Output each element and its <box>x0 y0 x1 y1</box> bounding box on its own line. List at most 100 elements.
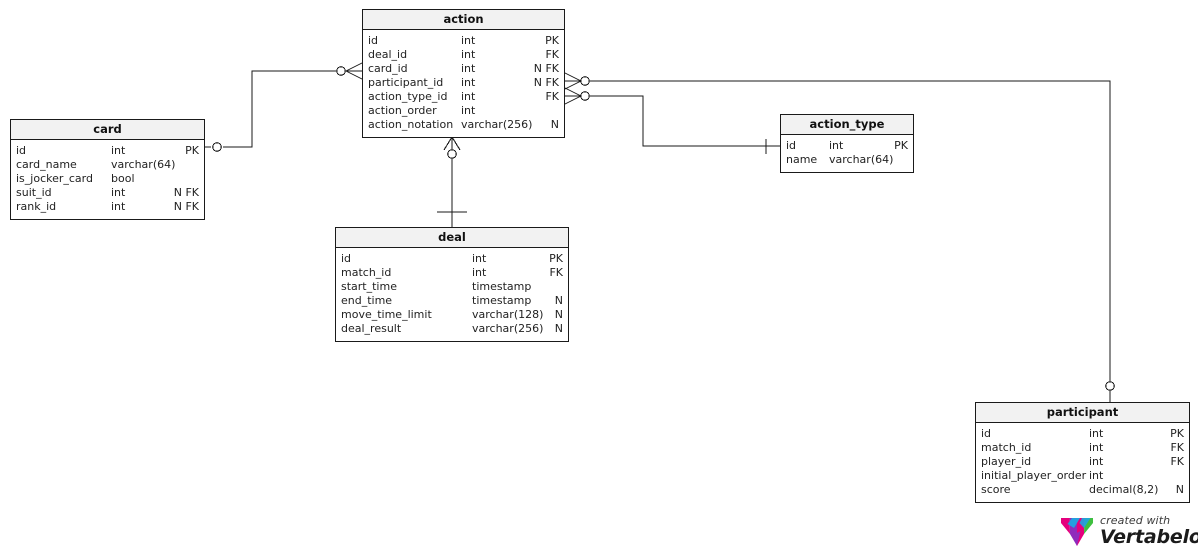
column-name: end_time <box>341 294 393 307</box>
column-row[interactable]: id int PK <box>363 34 564 48</box>
entity-table-participant[interactable]: participant id int PK match_id int FK player_id… <box>975 402 1190 503</box>
column-name: deal_result <box>341 322 402 335</box>
column-row[interactable]: is_jocker_card bool <box>11 172 204 186</box>
vertabelo-logo-icon <box>1061 518 1093 546</box>
column-row[interactable]: participant_id int N FK <box>363 76 564 90</box>
column-type: varchar(128) <box>472 308 544 321</box>
column-row[interactable]: initial_player_order int <box>976 469 1189 483</box>
column-row[interactable]: id int PK <box>781 139 913 153</box>
column-type: varchar(256) <box>461 118 533 131</box>
column-row[interactable]: start_time timestamp <box>336 280 568 294</box>
optional-marker <box>212 142 222 152</box>
column-type: varchar(64) <box>829 153 894 166</box>
relationship-card-action <box>205 62 363 152</box>
column-type: int <box>1089 455 1104 468</box>
crowsfoot-marker <box>443 136 461 159</box>
column-row[interactable]: id int PK <box>336 252 568 266</box>
crowsfoot-marker <box>564 87 590 105</box>
column-row[interactable]: id int PK <box>976 427 1189 441</box>
vertabelo-wordmark: created with Vertabelo <box>1100 513 1198 549</box>
vertabelo-credit[interactable]: created with Vertabelo <box>1060 513 1198 551</box>
column-row[interactable]: deal_id int FK <box>363 48 564 62</box>
column-row[interactable]: card_name varchar(64) <box>11 158 204 172</box>
entity-columns-action: id int PK deal_id int FK card_id int N FK partici… <box>363 30 564 137</box>
column-name: suit_id <box>16 186 52 199</box>
column-row[interactable]: action_notation varchar(256) N <box>363 118 564 132</box>
vertabelo-brand-label: Vertabelo <box>1100 526 1198 548</box>
column-row[interactable]: action_type_id int FK <box>363 90 564 104</box>
entity-columns-action_type: id int PK name varchar(64) <box>781 135 913 172</box>
column-key: FK <box>545 90 559 103</box>
column-key: PK <box>545 34 559 47</box>
entity-table-deal[interactable]: deal id int PK match_id int FK start_time timest… <box>335 227 569 342</box>
column-key: N FK <box>533 76 559 89</box>
column-type: int <box>111 200 126 213</box>
column-key: FK <box>549 266 563 279</box>
column-type: int <box>1089 427 1104 440</box>
column-type: int <box>461 48 476 61</box>
column-name: deal_id <box>368 48 408 61</box>
entity-table-title-action: action <box>363 10 564 30</box>
entity-table-action[interactable]: action id int PK deal_id int FK card_id int N FK p… <box>362 9 565 138</box>
column-row[interactable]: action_order int <box>363 104 564 118</box>
entity-table-action_type[interactable]: action_type id int PK name varchar(64) <box>780 114 914 173</box>
relationship-action-deal <box>437 136 467 227</box>
column-row[interactable]: name varchar(64) <box>781 153 913 167</box>
column-type: int <box>829 139 844 152</box>
column-name: start_time <box>341 280 397 293</box>
column-name: participant_id <box>368 76 444 89</box>
column-name: id <box>341 252 352 265</box>
column-row[interactable]: player_id int FK <box>976 455 1189 469</box>
relationship-action-action_type <box>564 87 780 154</box>
column-key: FK <box>545 48 559 61</box>
column-name: card_id <box>368 62 408 75</box>
column-name: move_time_limit <box>341 308 432 321</box>
column-type: decimal(8,2) <box>1089 483 1159 496</box>
entity-table-title-deal: deal <box>336 228 568 248</box>
column-row[interactable]: rank_id int N FK <box>11 200 204 214</box>
column-name: player_id <box>981 455 1032 468</box>
column-key: PK <box>185 144 199 157</box>
column-type: int <box>1089 441 1104 454</box>
column-key: PK <box>1170 427 1184 440</box>
column-name: match_id <box>341 266 392 279</box>
entity-table-title-card: card <box>11 120 204 140</box>
column-type: int <box>472 266 487 279</box>
column-row[interactable]: score decimal(8,2) N <box>976 483 1189 497</box>
column-type: int <box>111 186 126 199</box>
entity-columns-deal: id int PK match_id int FK start_time timestamp e… <box>336 248 568 341</box>
column-key: N <box>1175 483 1184 496</box>
column-name: action_notation <box>368 118 454 131</box>
entity-table-title-action_type: action_type <box>781 115 913 135</box>
column-name: id <box>16 144 27 157</box>
column-type: timestamp <box>472 294 532 307</box>
column-type: int <box>461 104 476 117</box>
crowsfoot-marker <box>336 62 363 80</box>
column-name: is_jocker_card <box>16 172 93 185</box>
column-type: int <box>461 34 476 47</box>
column-key: N FK <box>173 186 199 199</box>
column-row[interactable]: end_time timestamp N <box>336 294 568 308</box>
column-row[interactable]: deal_result varchar(256) N <box>336 322 568 336</box>
column-key: N FK <box>173 200 199 213</box>
column-name: score <box>981 483 1011 496</box>
column-row[interactable]: card_id int N FK <box>363 62 564 76</box>
column-type: int <box>461 62 476 75</box>
column-type: int <box>1089 469 1104 482</box>
entity-table-title-participant: participant <box>976 403 1189 423</box>
column-row[interactable]: move_time_limit varchar(128) N <box>336 308 568 322</box>
column-key: N <box>550 118 559 131</box>
column-name: action_type_id <box>368 90 448 103</box>
column-type: int <box>111 144 126 157</box>
column-name: initial_player_order <box>981 469 1087 482</box>
column-key: N <box>554 322 563 335</box>
column-key: FK <box>1170 441 1184 454</box>
column-name: rank_id <box>16 200 57 213</box>
entity-columns-card: id int PK card_name varchar(64) is_jocker_car… <box>11 140 204 219</box>
column-row[interactable]: match_id int FK <box>336 266 568 280</box>
column-row[interactable]: id int PK <box>11 144 204 158</box>
column-row[interactable]: suit_id int N FK <box>11 186 204 200</box>
column-row[interactable]: match_id int FK <box>976 441 1189 455</box>
entity-table-card[interactable]: card id int PK card_name varchar(64) is_jocker… <box>10 119 205 220</box>
column-key: N FK <box>533 62 559 75</box>
